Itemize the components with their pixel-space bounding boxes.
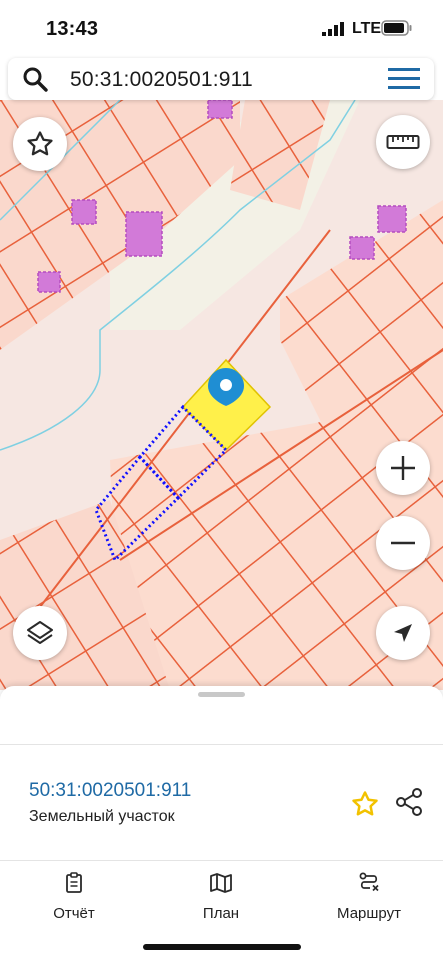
ruler-button[interactable] [376,115,430,169]
tab-label: Маршрут [337,905,401,922]
share-icon[interactable] [394,787,424,817]
status-time: 13:43 [46,18,99,40]
divider [0,860,443,861]
sheet-handle[interactable] [198,692,245,697]
search-icon[interactable] [22,66,48,92]
status-bar: 13:43 LTE [0,0,443,56]
route-icon [359,872,379,892]
zoom-out-button[interactable] [376,516,430,570]
tab-plan[interactable]: План [161,872,281,922]
signal-icon [322,22,344,36]
parcel-type: Земельный участок [29,808,175,825]
layers-button[interactable] [13,606,67,660]
search-bar[interactable]: 50:31:0020501:911 [8,58,434,100]
search-input[interactable]: 50:31:0020501:911 [70,68,253,92]
parcel-sheet[interactable]: 50:31:0020501:911 Земельный участок [0,686,443,876]
network-label: LTE [352,20,382,37]
hamburger-menu-icon[interactable] [388,68,420,90]
home-indicator [143,944,301,950]
cadastral-map[interactable] [0,100,443,690]
tab-label: План [202,905,240,922]
divider [0,744,443,745]
star-icon[interactable] [350,789,380,819]
favorite-button[interactable] [13,117,67,171]
minus-icon [391,541,415,545]
star-outline-icon [27,131,53,156]
tab-report[interactable]: Отчёт [14,872,134,922]
my-location-button[interactable] [376,606,430,660]
zoom-in-button[interactable] [376,441,430,495]
tab-route[interactable]: Маршрут [309,872,429,922]
parcel-id[interactable]: 50:31:0020501:911 [29,780,191,802]
map-canvas[interactable] [0,100,443,690]
map-icon [210,873,232,893]
report-icon [66,872,82,893]
ruler-icon [386,135,420,149]
navigation-arrow-icon [394,624,412,642]
plus-icon [391,456,415,480]
battery-icon [381,20,412,36]
layers-icon [27,621,53,644]
tab-label: Отчёт [53,905,95,922]
